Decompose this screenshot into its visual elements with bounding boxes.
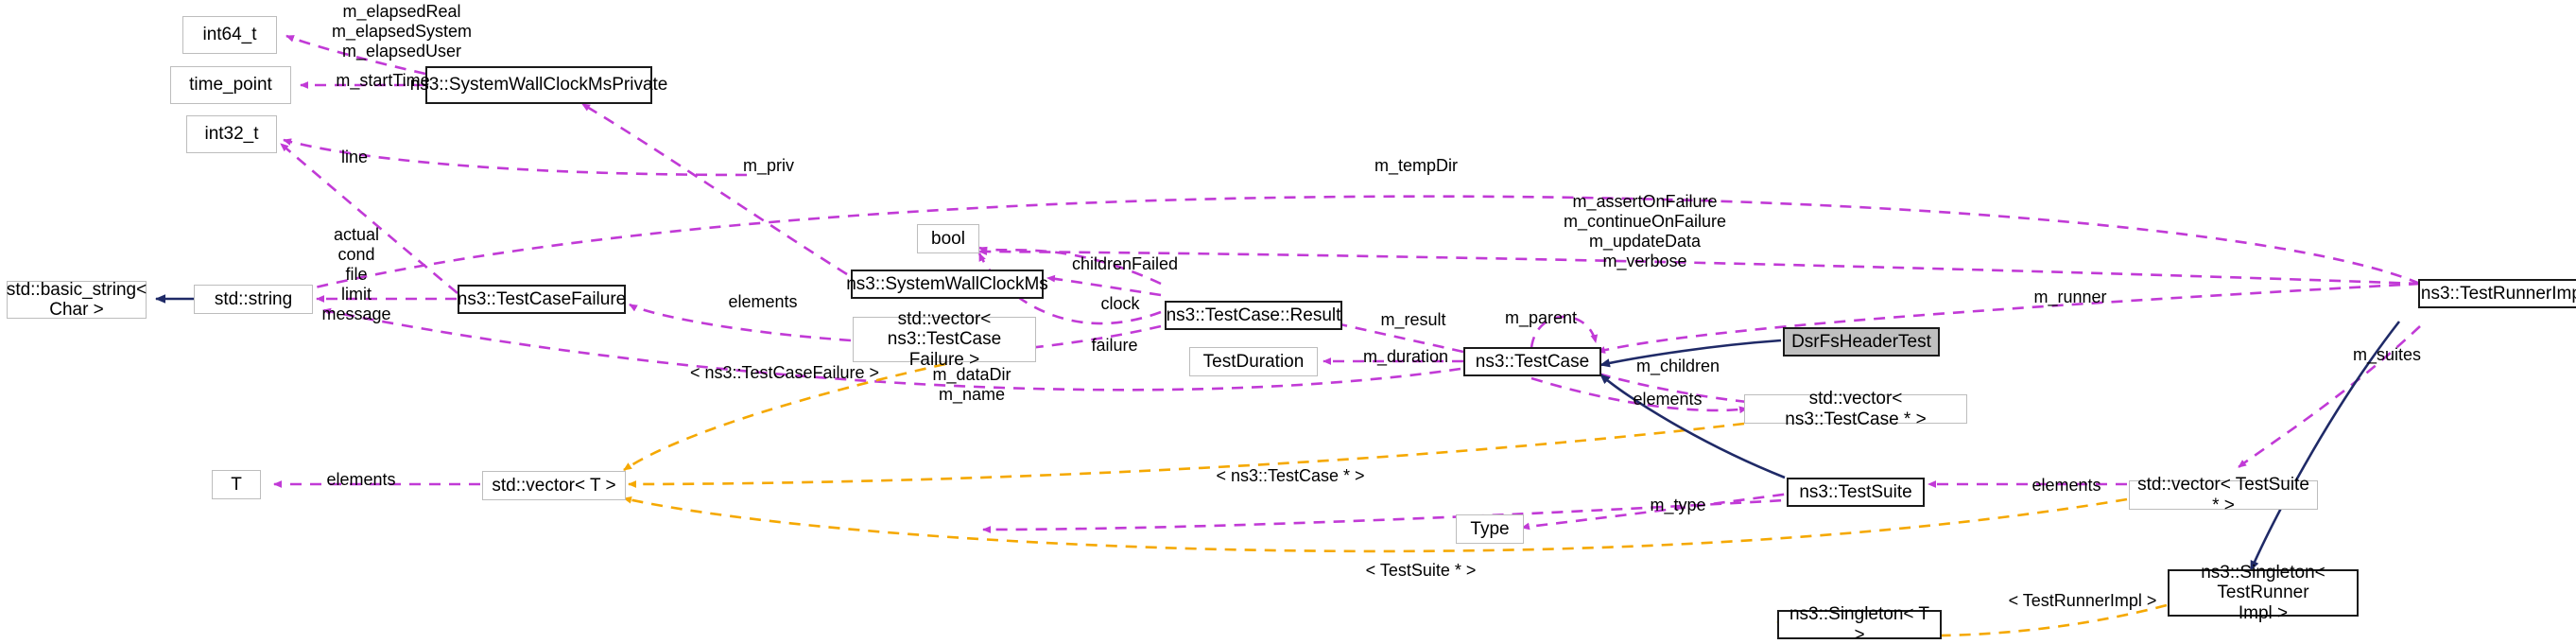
node-std-vector-testcase-ptr[interactable]: std::vector< ns3::TestCase * > (1744, 389, 1967, 429)
node-time-point[interactable]: time_point (170, 66, 291, 104)
edge-label-m-datadir: m_dataDir m_name (932, 365, 1011, 404)
node-ns3-testcase[interactable]: ns3::TestCase (1463, 347, 1601, 376)
edge-label-template-testsuiteptr: < TestSuite * > (1365, 561, 1477, 580)
edge-label-m-children: m_children (1635, 357, 1720, 375)
edge-label-m-elapsed: m_elapsedReal m_elapsedSystem m_elapsedU… (331, 2, 473, 61)
edge-label-m-starttime: m_startTime (336, 71, 430, 90)
node-std-vector-testsuite-ptr[interactable]: std::vector< TestSuite * > (2129, 475, 2318, 515)
edge-label-failure: failure (1091, 336, 1138, 355)
edge-label-m-type: m_type (1650, 496, 1706, 514)
edge-label-template-testrunnerimpl: < TestRunnerImpl > (2008, 591, 2157, 610)
edge-priv-wall (581, 102, 848, 276)
edge-label-m-tempdir: m_tempDir (1374, 156, 1458, 175)
node-t[interactable]: T (212, 470, 261, 499)
edge-clock (1046, 274, 1162, 297)
node-ns3-testcasefailure[interactable]: ns3::TestCaseFailure (458, 285, 626, 314)
usage-edges (273, 34, 2421, 533)
edge-label-childrenfailed: childrenFailed (1071, 254, 1179, 273)
edge-label-m-priv: m_priv (742, 156, 794, 175)
edge-label-clock: clock (1100, 294, 1140, 313)
edge-label-elements-testcase: elements (1633, 390, 1703, 409)
node-ns3-testsuite[interactable]: ns3::TestSuite (1787, 478, 1925, 507)
node-int64-t[interactable]: int64_t (182, 16, 277, 54)
node-type[interactable]: Type (1456, 514, 1524, 544)
node-testduration[interactable]: TestDuration (1189, 347, 1318, 376)
edge-label-m-result: m_result (1380, 310, 1446, 329)
node-std-basic-string[interactable]: std::basic_string< Char > (7, 280, 147, 320)
node-ns3-systemwallclockmsprivate[interactable]: ns3::SystemWallClockMsPrivate (410, 66, 667, 104)
node-dsrfsheadertest[interactable]: DsrFsHeaderTest (1783, 327, 1940, 357)
edge-label-template-testcasefailure: < ns3::TestCaseFailure > (689, 363, 880, 382)
node-ns3-singleton-t[interactable]: ns3::Singleton< T > (1777, 604, 1942, 644)
edge-label-m-runner: m_runner (2033, 287, 2107, 306)
node-ns3-testrunnerimpl[interactable]: ns3::TestRunnerImpl (2418, 279, 2576, 308)
node-std-vector-t[interactable]: std::vector< T > (482, 471, 626, 500)
node-std-string[interactable]: std::string (194, 285, 313, 314)
edge-label-m-duration: m_duration (1362, 347, 1449, 366)
node-ns3-testcase-result[interactable]: ns3::TestCase::Result (1165, 301, 1342, 330)
node-ns3-singleton-testrunnerimpl[interactable]: ns3::Singleton< TestRunner Impl > (2168, 563, 2359, 623)
collaboration-diagram: int64_t time_point ns3::SystemWallClockM… (0, 0, 2576, 644)
edge-label-line: line (340, 148, 369, 166)
inheritance-edges (155, 294, 2401, 571)
edge-label-m-flags: m_assertOnFailure m_continueOnFailure m_… (1563, 192, 1727, 270)
node-bool[interactable]: bool (917, 224, 979, 253)
node-int32-t[interactable]: int32_t (186, 115, 277, 153)
edge-label-string-fields: actual cond file limit message (321, 225, 391, 323)
edge-label-m-parent: m_parent (1504, 308, 1578, 327)
edge-label-elements-failures: elements (728, 292, 798, 311)
edge-label-template-testcaseptr: < ns3::TestCase * > (1216, 466, 1365, 485)
edge-label-elements-t: elements (326, 470, 396, 489)
edge-label-elements-testsuite: elements (2031, 476, 2101, 495)
edge-label-m-suites: m_suites (2352, 345, 2422, 364)
node-std-vector-testcasefailure[interactable]: std::vector< ns3::TestCase Failure > (853, 309, 1036, 370)
edge-tempDir (283, 195, 2421, 297)
node-ns3-systemwallclockms[interactable]: ns3::SystemWallClockMs (846, 270, 1048, 299)
